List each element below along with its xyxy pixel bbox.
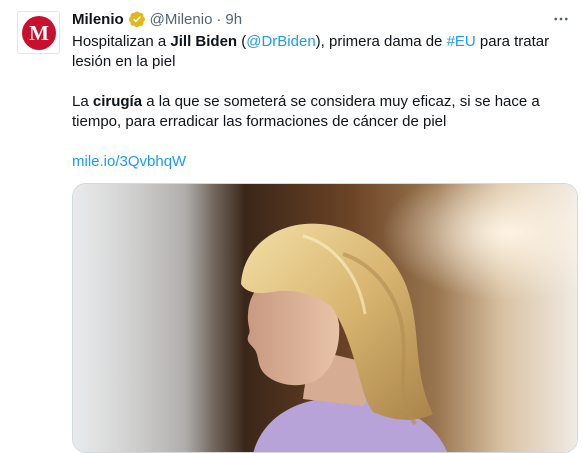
text-segment: (: [237, 33, 247, 50]
text-segment: a la que se someterá se considera muy ef…: [72, 93, 540, 130]
tweet-paragraph-2: La cirugía a la que se someterá se consi…: [72, 92, 572, 132]
author-name[interactable]: Milenio: [72, 11, 124, 28]
hashtag-link[interactable]: #EU: [447, 33, 476, 50]
text-segment: Hospitalizan a: [72, 33, 171, 50]
tweet-header: Milenio @Milenio · 9h: [72, 9, 242, 29]
text-segment: ), primera dama de: [315, 33, 447, 50]
mention-link[interactable]: @DrBiden: [246, 33, 315, 50]
tweet-timestamp[interactable]: 9h: [225, 11, 242, 28]
avatar[interactable]: M: [17, 11, 60, 54]
more-options-icon[interactable]: [548, 6, 574, 32]
bold-name: Jill Biden: [170, 33, 238, 50]
tweet-photo[interactable]: [72, 183, 578, 453]
verified-badge-icon: [128, 10, 146, 28]
text-segment: La: [72, 93, 93, 110]
author-handle[interactable]: @Milenio: [150, 11, 213, 28]
tweet[interactable]: M Milenio @Milenio · 9h Hospitalizan a J…: [0, 0, 583, 453]
url-link[interactable]: mile.io/3QvbhqW: [72, 153, 186, 170]
bold-word: cirugía: [92, 93, 143, 110]
milenio-logo-icon: M: [21, 15, 56, 50]
tweet-text: Hospitalizan a Jill Biden (@DrBiden), pr…: [72, 32, 572, 172]
separator-dot: ·: [216, 10, 222, 28]
tweet-paragraph-1: Hospitalizan a Jill Biden (@DrBiden), pr…: [72, 32, 572, 72]
svg-text:M: M: [29, 21, 49, 45]
photo-image: [73, 184, 577, 452]
